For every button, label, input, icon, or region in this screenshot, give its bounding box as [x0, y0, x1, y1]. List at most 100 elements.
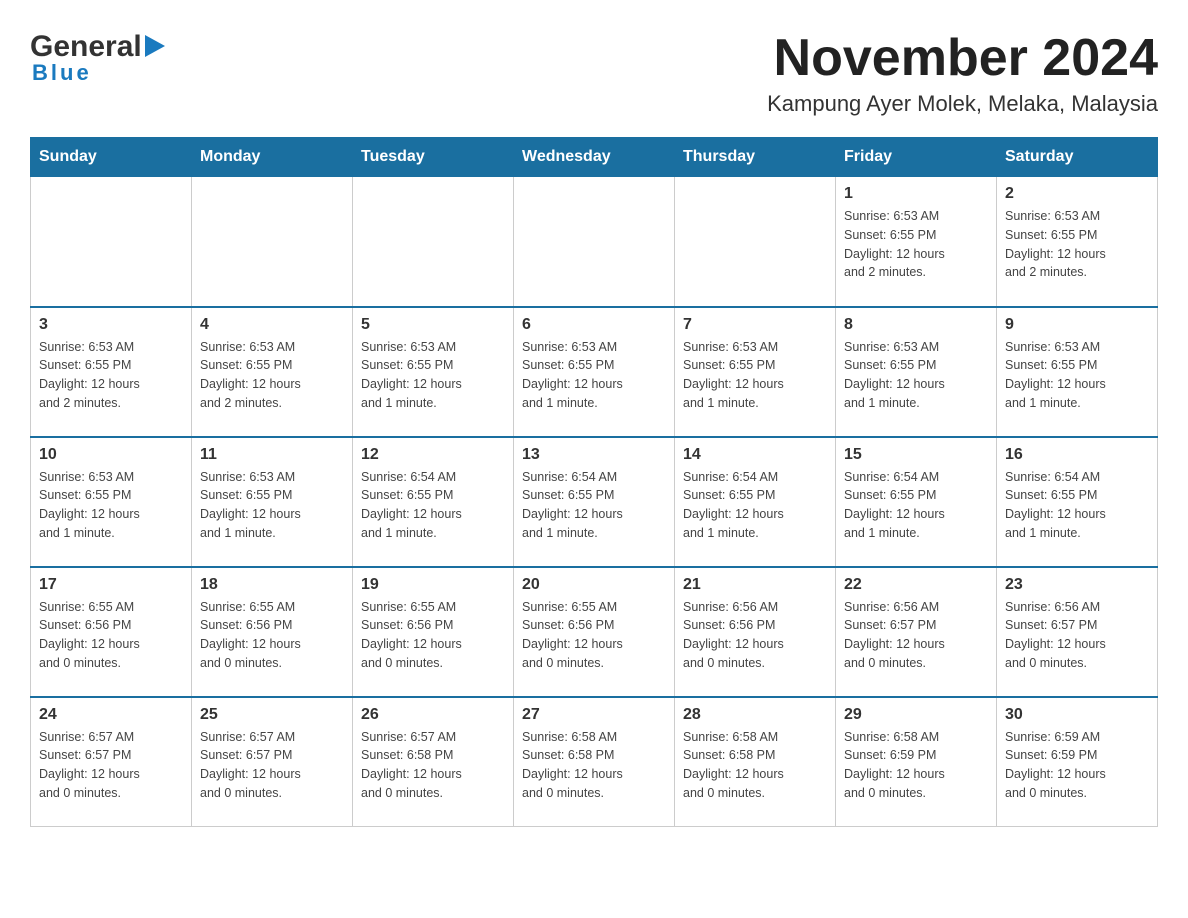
day-info: Sunrise: 6:53 AMSunset: 6:55 PMDaylight:…	[683, 338, 827, 413]
day-number: 9	[1005, 316, 1149, 334]
calendar-cell: 30Sunrise: 6:59 AMSunset: 6:59 PMDayligh…	[997, 697, 1158, 827]
calendar-cell: 10Sunrise: 6:53 AMSunset: 6:55 PMDayligh…	[31, 437, 192, 567]
calendar-cell: 11 Sunrise: 6:53 AMSunset: 6:55 PMDayligh…	[192, 437, 353, 567]
day-info: Sunrise: 6:54 AMSunset: 6:55 PMDaylight:…	[844, 468, 988, 543]
day-info: Sunrise: 6:53 AMSunset: 6:55 PMDaylight:…	[39, 468, 183, 543]
day-info: Sunrise: 6:55 AMSunset: 6:56 PMDaylight:…	[200, 598, 344, 673]
day-number: 5	[361, 316, 505, 334]
day-number: 2	[1005, 185, 1149, 203]
day-number: 20	[522, 576, 666, 594]
day-info: Sunrise: 6:53 AMSunset: 6:55 PMDaylight:…	[1005, 207, 1149, 282]
day-info: Sunrise: 6:53 AMSunset: 6:55 PMDaylight:…	[361, 338, 505, 413]
calendar-cell: 27Sunrise: 6:58 AMSunset: 6:58 PMDayligh…	[514, 697, 675, 827]
day-number: 6	[522, 316, 666, 334]
calendar-week-row: 3 Sunrise: 6:53 AMSunset: 6:55 PMDaylight…	[31, 307, 1158, 437]
day-info: Sunrise: 6:53 AMSunset: 6:55 PMDaylight:…	[844, 207, 988, 282]
title-area: November 2024 Kampung Ayer Molek, Melaka…	[767, 30, 1158, 117]
calendar-cell	[192, 177, 353, 307]
day-info: Sunrise: 6:53 AMSunset: 6:55 PMDaylight:…	[1005, 338, 1149, 413]
day-number: 7	[683, 316, 827, 334]
logo: General Blue	[30, 30, 165, 86]
day-number: 14	[683, 446, 827, 464]
logo-blue-text: Blue	[32, 60, 92, 86]
weekday-header-friday: Friday	[836, 138, 997, 177]
calendar-cell: 13 Sunrise: 6:54 AMSunset: 6:55 PMDayligh…	[514, 437, 675, 567]
calendar-cell: 18 Sunrise: 6:55 AMSunset: 6:56 PMDayligh…	[192, 567, 353, 697]
day-number: 8	[844, 316, 988, 334]
day-info: Sunrise: 6:54 AMSunset: 6:55 PMDaylight:…	[361, 468, 505, 543]
day-number: 17	[39, 576, 183, 594]
weekday-header-wednesday: Wednesday	[514, 138, 675, 177]
day-info: Sunrise: 6:53 AMSunset: 6:55 PMDaylight:…	[39, 338, 183, 413]
calendar-cell: 15 Sunrise: 6:54 AMSunset: 6:55 PMDayligh…	[836, 437, 997, 567]
calendar-cell: 3 Sunrise: 6:53 AMSunset: 6:55 PMDaylight…	[31, 307, 192, 437]
calendar-cell: 22Sunrise: 6:56 AMSunset: 6:57 PMDayligh…	[836, 567, 997, 697]
weekday-header-sunday: Sunday	[31, 138, 192, 177]
day-info: Sunrise: 6:54 AMSunset: 6:55 PMDaylight:…	[683, 468, 827, 543]
calendar-week-row: 10Sunrise: 6:53 AMSunset: 6:55 PMDayligh…	[31, 437, 1158, 567]
page-title: November 2024	[767, 30, 1158, 87]
day-info: Sunrise: 6:53 AMSunset: 6:55 PMDaylight:…	[200, 338, 344, 413]
calendar-cell	[514, 177, 675, 307]
weekday-header-row: SundayMondayTuesdayWednesdayThursdayFrid…	[31, 138, 1158, 177]
day-info: Sunrise: 6:57 AMSunset: 6:57 PMDaylight:…	[200, 728, 344, 803]
day-number: 16	[1005, 446, 1149, 464]
day-info: Sunrise: 6:56 AMSunset: 6:56 PMDaylight:…	[683, 598, 827, 673]
day-info: Sunrise: 6:54 AMSunset: 6:55 PMDaylight:…	[522, 468, 666, 543]
day-info: Sunrise: 6:53 AMSunset: 6:55 PMDaylight:…	[844, 338, 988, 413]
day-number: 11	[200, 446, 344, 464]
calendar-cell: 20 Sunrise: 6:55 AMSunset: 6:56 PMDayligh…	[514, 567, 675, 697]
calendar-cell: 16 Sunrise: 6:54 AMSunset: 6:55 PMDayligh…	[997, 437, 1158, 567]
calendar-cell: 24 Sunrise: 6:57 AMSunset: 6:57 PMDayligh…	[31, 697, 192, 827]
day-number: 27	[522, 706, 666, 724]
calendar-cell: 12Sunrise: 6:54 AMSunset: 6:55 PMDayligh…	[353, 437, 514, 567]
calendar-cell: 9 Sunrise: 6:53 AMSunset: 6:55 PMDaylight…	[997, 307, 1158, 437]
day-number: 13	[522, 446, 666, 464]
day-info: Sunrise: 6:59 AMSunset: 6:59 PMDaylight:…	[1005, 728, 1149, 803]
calendar-cell: 23 Sunrise: 6:56 AMSunset: 6:57 PMDayligh…	[997, 567, 1158, 697]
header: General Blue November 2024 Kampung Ayer …	[30, 30, 1158, 117]
calendar-cell: 21 Sunrise: 6:56 AMSunset: 6:56 PMDayligh…	[675, 567, 836, 697]
logo-triangle-icon	[145, 35, 165, 62]
day-info: Sunrise: 6:56 AMSunset: 6:57 PMDaylight:…	[844, 598, 988, 673]
day-number: 25	[200, 706, 344, 724]
calendar-cell: 25 Sunrise: 6:57 AMSunset: 6:57 PMDayligh…	[192, 697, 353, 827]
day-info: Sunrise: 6:57 AMSunset: 6:58 PMDaylight:…	[361, 728, 505, 803]
day-number: 21	[683, 576, 827, 594]
weekday-header-thursday: Thursday	[675, 138, 836, 177]
calendar-cell	[353, 177, 514, 307]
weekday-header-monday: Monday	[192, 138, 353, 177]
calendar-cell: 28Sunrise: 6:58 AMSunset: 6:58 PMDayligh…	[675, 697, 836, 827]
calendar-cell: 29 Sunrise: 6:58 AMSunset: 6:59 PMDayligh…	[836, 697, 997, 827]
calendar-cell: 4 Sunrise: 6:53 AMSunset: 6:55 PMDaylight…	[192, 307, 353, 437]
day-number: 23	[1005, 576, 1149, 594]
calendar-cell: 17 Sunrise: 6:55 AMSunset: 6:56 PMDayligh…	[31, 567, 192, 697]
day-number: 24	[39, 706, 183, 724]
calendar-cell: 7 Sunrise: 6:53 AMSunset: 6:55 PMDaylight…	[675, 307, 836, 437]
weekday-header-saturday: Saturday	[997, 138, 1158, 177]
logo-general-text: General	[30, 30, 142, 64]
calendar-week-row: 1Sunrise: 6:53 AMSunset: 6:55 PMDaylight…	[31, 177, 1158, 307]
calendar-cell: 26Sunrise: 6:57 AMSunset: 6:58 PMDayligh…	[353, 697, 514, 827]
weekday-header-tuesday: Tuesday	[353, 138, 514, 177]
day-number: 29	[844, 706, 988, 724]
calendar-week-row: 24 Sunrise: 6:57 AMSunset: 6:57 PMDayligh…	[31, 697, 1158, 827]
day-number: 18	[200, 576, 344, 594]
day-info: Sunrise: 6:55 AMSunset: 6:56 PMDaylight:…	[522, 598, 666, 673]
day-number: 15	[844, 446, 988, 464]
calendar-cell: 2 Sunrise: 6:53 AMSunset: 6:55 PMDaylight…	[997, 177, 1158, 307]
calendar-cell	[31, 177, 192, 307]
day-info: Sunrise: 6:57 AMSunset: 6:57 PMDaylight:…	[39, 728, 183, 803]
day-info: Sunrise: 6:54 AMSunset: 6:55 PMDaylight:…	[1005, 468, 1149, 543]
day-number: 4	[200, 316, 344, 334]
day-number: 19	[361, 576, 505, 594]
day-info: Sunrise: 6:53 AMSunset: 6:55 PMDaylight:…	[200, 468, 344, 543]
day-number: 3	[39, 316, 183, 334]
day-number: 28	[683, 706, 827, 724]
day-info: Sunrise: 6:53 AMSunset: 6:55 PMDaylight:…	[522, 338, 666, 413]
day-info: Sunrise: 6:55 AMSunset: 6:56 PMDaylight:…	[39, 598, 183, 673]
day-info: Sunrise: 6:58 AMSunset: 6:59 PMDaylight:…	[844, 728, 988, 803]
day-info: Sunrise: 6:56 AMSunset: 6:57 PMDaylight:…	[1005, 598, 1149, 673]
calendar-cell: 14 Sunrise: 6:54 AMSunset: 6:55 PMDayligh…	[675, 437, 836, 567]
day-info: Sunrise: 6:55 AMSunset: 6:56 PMDaylight:…	[361, 598, 505, 673]
